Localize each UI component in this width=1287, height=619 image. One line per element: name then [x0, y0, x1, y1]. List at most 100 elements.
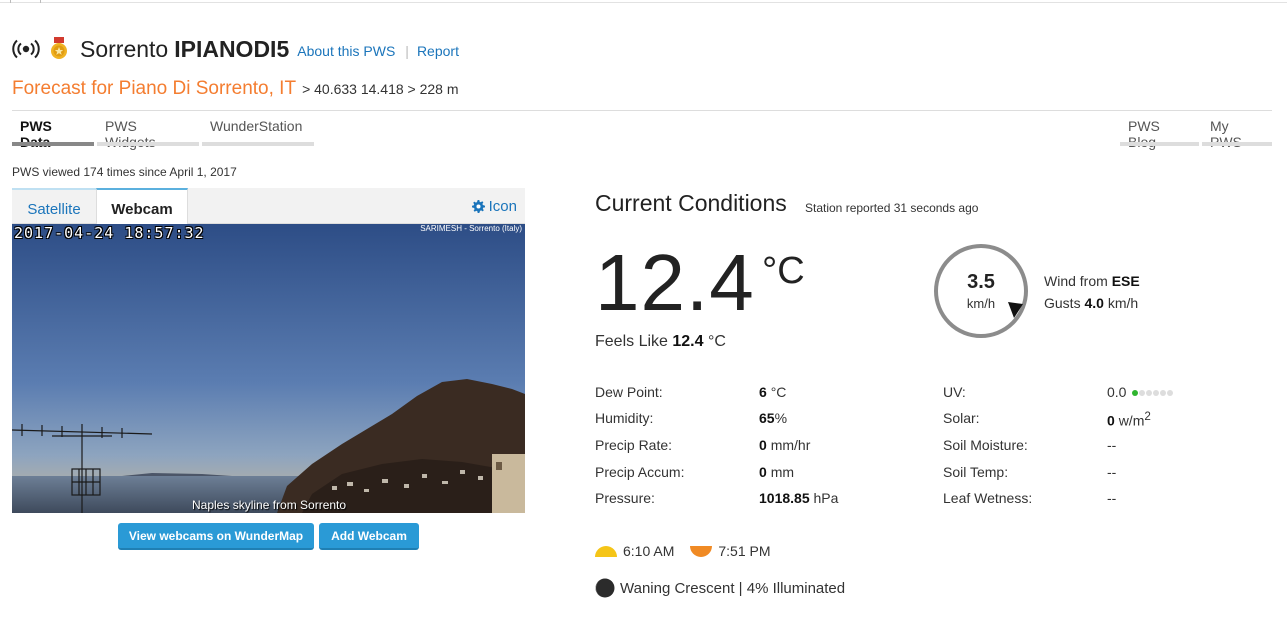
sunrise-time: 6:10 AM — [623, 543, 675, 559]
webcam-caption: Naples skyline from Sorrento — [192, 498, 347, 512]
moon-icon — [595, 578, 615, 598]
station-prefix: Sorrento — [80, 35, 169, 62]
broadcast-icon — [12, 39, 40, 59]
precip-accum-value: 0 mm — [759, 464, 794, 480]
gusts-label: Gusts — [1044, 295, 1081, 311]
humidity-value: 65% — [759, 410, 787, 426]
soil-moisture-label: Soil Moisture: — [943, 437, 1028, 453]
stat-unit: °C — [770, 384, 787, 400]
feels-like: Feels Like 12.4 °C — [595, 333, 726, 351]
stat-value: 6 — [759, 384, 767, 400]
icon-link[interactable]: Icon — [471, 198, 517, 215]
uv-dot — [1132, 390, 1139, 397]
wind-gusts-row: Gusts 4.0 km/h — [1044, 292, 1140, 314]
leaf-wetness-label: Leaf Wetness: — [943, 490, 1033, 506]
pws-nav-right: PWS Blog My PWS — [1120, 112, 1272, 150]
stat-unit: mm — [770, 464, 795, 480]
wind-speed-unit: km/h — [966, 296, 996, 311]
feels-like-value: 12.4 — [672, 333, 704, 350]
moon-phase: Waning Crescent | 4% Illuminated — [595, 578, 845, 598]
tab-satellite[interactable]: Satellite — [12, 188, 96, 224]
wind-from-label: Wind from — [1044, 273, 1108, 289]
tab-webcam[interactable]: Webcam — [96, 188, 188, 225]
sunset-time: 7:51 PM — [718, 543, 771, 559]
stat-value: 65 — [759, 410, 775, 426]
sun-times: 6:10 AM 7:51 PM — [595, 543, 771, 559]
top-tick — [10, 0, 11, 3]
report-link[interactable]: Report — [417, 43, 459, 59]
dew-point-label: Dew Point: — [595, 384, 663, 400]
webcam-tabs: Satellite Webcam Icon — [12, 188, 525, 225]
gusts-value: 4.0 — [1084, 295, 1104, 311]
stat-unit: % — [774, 410, 788, 426]
stat-unit: hPa — [813, 490, 839, 506]
tab-my-pws[interactable]: My PWS — [1202, 112, 1272, 150]
stat-value: 0 — [759, 437, 767, 453]
pressure-value: 1018.85 hPa — [759, 490, 838, 506]
tab-pws-data[interactable]: PWS Data — [12, 112, 94, 150]
solar-value: 0 w/m2 — [1107, 410, 1151, 429]
tab-wunderstation[interactable]: WunderStation — [202, 112, 314, 146]
gusts-unit: km/h — [1107, 295, 1139, 311]
temperature-value: 12.4 — [595, 238, 755, 327]
divider — [12, 110, 1272, 111]
wind-speed: 3.5 — [967, 271, 995, 293]
header-separator: | — [405, 43, 409, 59]
tab-underline — [202, 142, 314, 146]
stat-value: 1018.85 — [759, 490, 810, 506]
forecast-row: Forecast for Piano Di Sorrento, IT > 40.… — [12, 78, 459, 100]
precip-rate-value: 0 mm/hr — [759, 437, 810, 453]
view-webcams-wundermap-button[interactable]: View webcams on WunderMap — [118, 523, 314, 550]
moon-phase-text: Waning Crescent | 4% Illuminated — [620, 579, 846, 597]
current-conditions-title: Current Conditions — [595, 190, 787, 216]
soil-temp-label: Soil Temp: — [943, 464, 1009, 480]
tab-pws-widgets[interactable]: PWS Widgets — [97, 112, 199, 150]
uv-value: 0.0 — [1107, 384, 1174, 400]
uv-dot — [1167, 390, 1174, 397]
stat-unit-sup: 2 — [1144, 410, 1151, 423]
webcam-scene — [12, 224, 525, 513]
feels-like-unit: °C — [707, 333, 726, 350]
tab-underline — [12, 142, 94, 146]
wind-details: Wind from ESE Gusts 4.0 km/h — [1044, 270, 1140, 314]
about-pws-link[interactable]: About this PWS — [297, 43, 395, 59]
webcam-image[interactable]: 2017-04-24 18:57:32 SARIMESH - Sorrento … — [12, 224, 525, 513]
gear-icon — [471, 200, 485, 213]
station-reported-time: Station reported 31 seconds ago — [805, 201, 979, 215]
stat-value: 0 — [1107, 412, 1115, 429]
tab-underline — [97, 142, 199, 146]
station-name: Sorrento IPIANODI5 — [80, 36, 289, 63]
tab-underline — [1120, 142, 1199, 146]
uv-dot — [1139, 390, 1146, 397]
stat-unit: mm/hr — [770, 437, 811, 453]
pws-nav: PWS Data PWS Widgets WunderStation — [12, 112, 317, 150]
top-border — [0, 2, 1287, 3]
stat-value: 0 — [759, 464, 767, 480]
precip-accum-label: Precip Accum: — [595, 464, 685, 480]
add-webcam-button[interactable]: Add Webcam — [319, 523, 419, 550]
uv-dot — [1146, 390, 1153, 397]
dew-point-value: 6 °C — [759, 384, 786, 400]
pressure-label: Pressure: — [595, 490, 655, 506]
tab-label: WunderStation — [210, 118, 303, 134]
webcam-timestamp: 2017-04-24 18:57:32 — [14, 224, 205, 242]
wind-direction: ESE — [1111, 273, 1140, 289]
station-id: IPIANODI5 — [174, 35, 290, 62]
uv-dot — [1153, 390, 1160, 397]
forecast-link[interactable]: Forecast for Piano Di Sorrento, IT — [12, 78, 296, 100]
uv-scale — [1132, 390, 1174, 397]
precip-rate-label: Precip Rate: — [595, 437, 673, 453]
stat-unit: w/m — [1118, 412, 1145, 429]
soil-moisture-value: -- — [1107, 437, 1117, 453]
tab-underline — [1202, 142, 1272, 146]
wind-direction-row: Wind from ESE — [1044, 270, 1140, 292]
webcam-credit: SARIMESH - Sorrento (Italy) — [420, 224, 522, 233]
station-header: Sorrento IPIANODI5 About this PWS | Repor… — [12, 33, 459, 65]
uv-dot — [1160, 390, 1167, 397]
medal-icon — [51, 37, 67, 59]
solar-label: Solar: — [943, 410, 980, 426]
icon-link-label: Icon — [488, 198, 517, 215]
soil-temp-value: -- — [1107, 464, 1117, 480]
feels-like-label: Feels Like — [595, 333, 668, 350]
tab-pws-blog[interactable]: PWS Blog — [1120, 112, 1199, 150]
